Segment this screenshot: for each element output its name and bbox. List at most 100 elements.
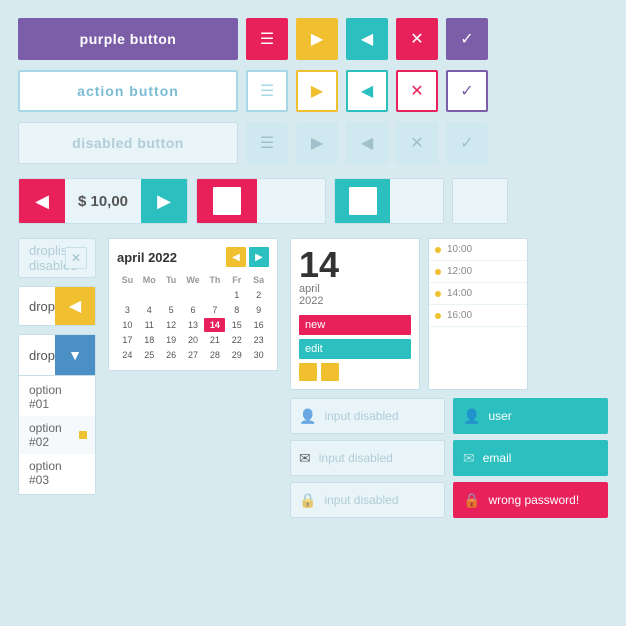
time-dot (435, 291, 441, 297)
toggle-square (213, 187, 241, 215)
cal-day[interactable]: 4 (139, 303, 160, 317)
menu-icon-btn-1[interactable]: ☰ (246, 18, 288, 60)
stepper-value: $ 10,00 (65, 193, 141, 210)
calendar-title: april 2022 (117, 250, 177, 265)
close-icon-btn-1[interactable]: ✕ (396, 18, 438, 60)
cal-day[interactable]: 13 (183, 318, 204, 332)
cal-day[interactable]: 29 (226, 348, 247, 362)
row-action: action button ☰ ▶ ◀ ✕ ✓ (18, 70, 608, 112)
row-purple: purple button ☰ ▶ ◀ ✕ ✓ (18, 18, 608, 60)
input-disabled-user: 👤 input disabled (290, 398, 445, 434)
disabled-button: disabled button (18, 122, 238, 164)
droplist-1-arrow[interactable]: ◀ (55, 287, 95, 325)
cal-day[interactable]: 19 (161, 333, 182, 347)
user-active-icon: 👤 (463, 408, 480, 425)
time-row: 14:00 (429, 283, 527, 305)
toggle-small[interactable] (452, 178, 508, 224)
cal-day[interactable]: 27 (183, 348, 204, 362)
time-schedule: 10:00 12:00 14:00 16:00 (428, 238, 528, 390)
menu-icon-btn-2[interactable]: ☰ (246, 70, 288, 112)
calendar-section: april 2022 ◀ ▶ Su Mo Tu We Th Fr Sa (108, 238, 278, 518)
back-icon-btn-2[interactable]: ◀ (346, 70, 388, 112)
close-icon-btn-disabled: ✕ (396, 122, 438, 164)
bottom-section: droplist disabled ✕ droplist ◀ droplist … (18, 238, 608, 518)
cal-day[interactable]: 12 (161, 318, 182, 332)
check-icon-btn-2[interactable]: ✓ (446, 70, 488, 112)
input-email[interactable]: ✉ email (453, 440, 608, 476)
input-disabled-email: ✉ input disabled (290, 440, 445, 476)
check-icon-btn-disabled: ✓ (446, 122, 488, 164)
cal-day[interactable]: 7 (204, 303, 225, 317)
cal-day[interactable]: 9 (248, 303, 269, 317)
cal-day[interactable]: 15 (226, 318, 247, 332)
cal-day[interactable]: 28 (204, 348, 225, 362)
cal-day[interactable]: 10 (117, 318, 138, 332)
cal-day[interactable]: 20 (183, 333, 204, 347)
purple-button[interactable]: purple button (18, 18, 238, 60)
droplist-2-arrow[interactable]: ▼ (55, 335, 95, 375)
time-dot (435, 247, 441, 253)
play-icon-btn-1[interactable]: ▶ (296, 18, 338, 60)
droplist-close-icon[interactable]: ✕ (65, 247, 87, 269)
back-icon-btn-1[interactable]: ◀ (346, 18, 388, 60)
droplist-2-header[interactable]: droplist ▼ (19, 335, 95, 375)
check-icon-btn-1[interactable]: ✓ (446, 18, 488, 60)
droplist-disabled: droplist disabled ✕ (18, 238, 96, 278)
cal-day[interactable]: 21 (204, 333, 225, 347)
cal-day[interactable]: 8 (226, 303, 247, 317)
date-new-btn[interactable]: new (299, 315, 411, 335)
lock-active-icon: 🔒 (463, 492, 480, 509)
lock-icon: 🔒 (299, 492, 316, 509)
droplist-1[interactable]: droplist ◀ (18, 286, 96, 326)
input-password-error[interactable]: 🔒 wrong password! (453, 482, 608, 518)
cal-day[interactable]: 22 (226, 333, 247, 347)
stepper-increment[interactable]: ▶ (141, 178, 187, 224)
toggle-teal[interactable] (334, 178, 444, 224)
play-icon-btn-2[interactable]: ▶ (296, 70, 338, 112)
calendar: april 2022 ◀ ▶ Su Mo Tu We Th Fr Sa (108, 238, 278, 371)
input-user[interactable]: 👤 user (453, 398, 608, 434)
cal-prev-btn[interactable]: ◀ (226, 247, 246, 267)
email-icon: ✉ (299, 450, 311, 467)
input-disabled-label-2: input disabled (319, 451, 393, 465)
cal-day[interactable]: 3 (117, 303, 138, 317)
input-disabled-label-1: input disabled (324, 409, 398, 423)
cal-day (204, 288, 225, 302)
stepper-decrement[interactable]: ◀ (19, 178, 65, 224)
action-button[interactable]: action button (18, 70, 238, 112)
cal-day[interactable]: 1 (226, 288, 247, 302)
cal-day[interactable]: 11 (139, 318, 160, 332)
cal-day-header: Tu (161, 273, 182, 287)
cal-day[interactable]: 26 (161, 348, 182, 362)
date-day: 14 (299, 247, 411, 283)
cal-day[interactable]: 2 (248, 288, 269, 302)
cal-day[interactable]: 23 (248, 333, 269, 347)
toggle-pink[interactable] (196, 178, 326, 224)
back-icon-btn-disabled: ◀ (346, 122, 388, 164)
cal-day[interactable]: 16 (248, 318, 269, 332)
cal-day[interactable]: 5 (161, 303, 182, 317)
cal-day[interactable]: 30 (248, 348, 269, 362)
droplist-2[interactable]: droplist ▼ option #01 option #02 option … (18, 334, 96, 495)
cal-day-today[interactable]: 14 (204, 318, 225, 332)
cal-day (139, 288, 160, 302)
cal-day[interactable]: 24 (117, 348, 138, 362)
date-card: 14 april 2022 new edit (290, 238, 420, 390)
date-edit-btn[interactable]: edit (299, 339, 411, 359)
cal-day[interactable]: 6 (183, 303, 204, 317)
close-icon-btn-2[interactable]: ✕ (396, 70, 438, 112)
time-row: 12:00 (429, 261, 527, 283)
cal-day-header: Fr (226, 273, 247, 287)
list-item[interactable]: option #03 (19, 454, 95, 492)
input-email-label: email (483, 451, 512, 465)
list-item[interactable]: option #02 (19, 416, 95, 454)
cal-day[interactable]: 18 (139, 333, 160, 347)
time-row: 10:00 (429, 239, 527, 261)
menu-icon-btn-disabled: ☰ (246, 122, 288, 164)
cal-day[interactable]: 17 (117, 333, 138, 347)
cal-day[interactable]: 25 (139, 348, 160, 362)
list-item[interactable]: option #01 (19, 378, 95, 416)
input-error-label: wrong password! (488, 493, 579, 507)
droplist-column: droplist disabled ✕ droplist ◀ droplist … (18, 238, 96, 518)
cal-next-btn[interactable]: ▶ (249, 247, 269, 267)
